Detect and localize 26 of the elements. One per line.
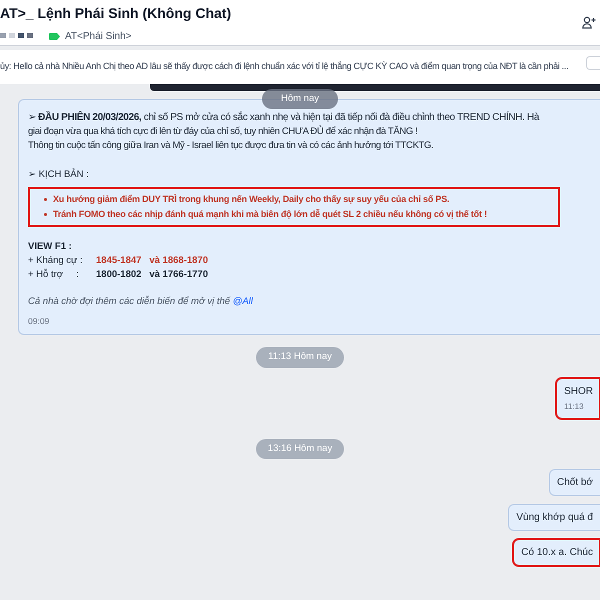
scenario-item: Tránh FOMO theo các nhịp đánh quá mạnh khi mà biên độ lớn dễ quét SL 2 chiều nếu không có vị thế tốt ! <box>53 208 487 222</box>
message-time: 11:13 <box>564 400 585 412</box>
group-tag: AT<Phái Sinh> <box>65 29 132 44</box>
level-label: + Hỗ trợ : <box>28 268 80 282</box>
message-text: SHOR <box>564 384 593 398</box>
chat-title: AT>_ Lệnh Phái Sinh (Không Chat) <box>0 4 232 23</box>
mention-link[interactable]: @All <box>232 296 253 308</box>
date-separator: 13:16 Hôm nay <box>256 438 344 459</box>
message-time: 09:09 <box>28 315 50 328</box>
members-icon[interactable] <box>582 16 596 29</box>
scenario-item: Xu hướng giảm điểm DUY TRÌ trong khung nến Weekly, Daily cho thấy sự suy yếu của chỉ số PS. <box>53 193 450 206</box>
section-heading: ➢ KỊCH BẢN : <box>28 168 90 182</box>
level-label: + Kháng cự : <box>28 254 84 268</box>
view-heading: VIEW F1 : <box>28 240 73 254</box>
message-line: Thông tin cuộc tấn công giữa Iran và Mỹ - Israel liên tục được đưa tin và có các ảnh hưởng tới TTCKTG. <box>28 139 434 154</box>
tag-icon <box>49 33 60 40</box>
message-line: ➢ ĐẦU PHIÊN 20/03/2026, chỉ số PS mở cửa có sắc xanh nhẹ và hiện tại đã tiếp nối đà điều chỉnh theo TREND CHÍNH. Hà <box>28 110 540 126</box>
message-text: Có 10.x a. Chúc <box>521 546 593 560</box>
level-values: 1800-1802 và 1766-1770 <box>96 268 208 282</box>
date-separator: 11:13 Hôm nay <box>256 347 344 368</box>
message-text: Vùng khớp quá đ <box>516 510 593 525</box>
message-text: Chốt bớ <box>556 476 593 490</box>
date-separator: Hôm nay <box>262 89 338 110</box>
closing-text: Cả nhà chờ đợi thêm các diễn biến để mở vị thế @All <box>28 295 254 310</box>
level-values: 1845-1847 và 1868-1870 <box>96 254 208 268</box>
message-line: giai đoạn vừa qua khá tích cực đi lên từ đáy của chỉ số, tuy nhiên CHƯA ĐỦ để xác nhận đà TĂNG ! <box>28 125 418 140</box>
